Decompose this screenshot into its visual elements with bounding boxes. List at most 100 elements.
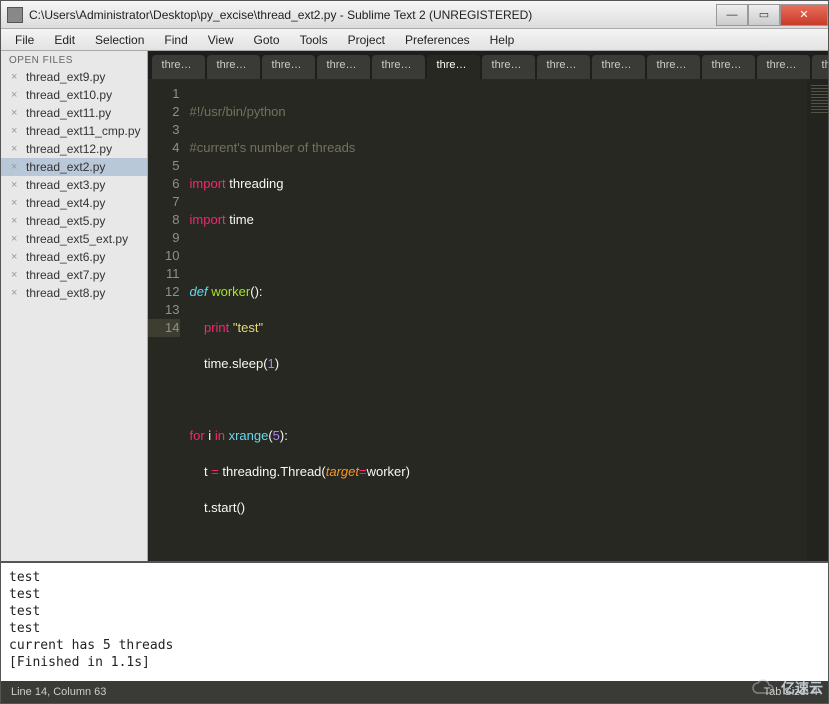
close-file-icon[interactable]: × [11, 125, 21, 137]
output-panel: test test test test current has 5 thread… [1, 561, 828, 681]
file-item[interactable]: ×thread_ext10.py [1, 86, 147, 104]
minimize-button[interactable]: — [716, 4, 748, 26]
tab[interactable]: thread_ [647, 55, 700, 79]
tab[interactable]: thread_ [702, 55, 755, 79]
code-content[interactable]: #!/usr/bin/python #current's number of t… [190, 79, 807, 561]
close-file-icon[interactable]: × [11, 143, 21, 155]
file-item[interactable]: × thread_ext12.py [1, 140, 147, 158]
close-file-icon[interactable]: × [11, 287, 21, 299]
line-number: 7 [148, 193, 180, 211]
file-name: thread_ext11.py [26, 106, 111, 120]
titlebar-left: C:\Users\Administrator\Desktop\py_excise… [1, 7, 532, 23]
close-file-icon[interactable]: × [11, 233, 21, 245]
line-number: 10 [148, 247, 180, 265]
file-item[interactable]: × thread_ext4.py [1, 194, 147, 212]
menu-goto[interactable]: Goto [244, 31, 290, 49]
menu-help[interactable]: Help [480, 31, 525, 49]
kw-for: for [190, 428, 205, 443]
menu-file[interactable]: File [5, 31, 44, 49]
gutter: 1 2 3 4 5 6 7 8 91011121314 [148, 79, 190, 561]
mod-time: time [226, 212, 254, 227]
fn-xrange: xrange [229, 428, 269, 443]
titlebar[interactable]: C:\Users\Administrator\Desktop\py_excise… [1, 1, 828, 29]
file-item[interactable]: × thread_ext11.py [1, 104, 147, 122]
file-item[interactable]: × thread_ext5.py [1, 212, 147, 230]
op-eq: = [211, 464, 219, 479]
menu-selection[interactable]: Selection [85, 31, 154, 49]
mod-threading: threading [226, 176, 284, 191]
code-line-1: #!/usr/bin/python [190, 104, 286, 119]
file-name: thread_ext8.py [26, 286, 105, 300]
close-file-icon[interactable]: × [11, 197, 21, 209]
line-number: 3 [148, 121, 180, 139]
file-name: thread_ext9.py [26, 70, 105, 84]
file-item[interactable]: × thread_ext2.py [1, 158, 147, 176]
close-file-icon[interactable]: × [11, 161, 21, 173]
tab[interactable]: thread_ [262, 55, 315, 79]
close-file-icon[interactable]: × [11, 89, 21, 101]
file-name: thread_ext2.py [26, 160, 105, 174]
window-title: C:\Users\Administrator\Desktop\py_excise… [29, 8, 532, 22]
kw-print: print [204, 320, 229, 335]
close-file-icon[interactable]: × [11, 215, 21, 227]
cloud-icon [751, 679, 777, 697]
menu-project[interactable]: Project [338, 31, 395, 49]
tab[interactable]: thread_ [372, 55, 425, 79]
close-button[interactable]: ✕ [780, 4, 828, 26]
close-file-icon[interactable]: × [11, 179, 21, 191]
close-file-icon[interactable]: × [11, 107, 21, 119]
menubar: FileEditSelectionFindViewGotoToolsProjec… [1, 29, 828, 51]
menu-view[interactable]: View [198, 31, 244, 49]
tab[interactable]: thread_ [317, 55, 370, 79]
file-item[interactable]: ×thread_ext5_ext.py [1, 230, 147, 248]
close-file-icon[interactable]: × [11, 251, 21, 263]
tab[interactable]: thread_ [592, 55, 645, 79]
code-row: 1 2 3 4 5 6 7 8 91011121314 #!/usr/bin/p… [148, 79, 828, 561]
body-row: OPEN FILES ×thread_ext9.py×thread_ext10.… [1, 51, 828, 561]
close-file-icon[interactable]: × [11, 71, 21, 83]
tab[interactable]: thread_ [757, 55, 810, 79]
tab[interactable]: thread_ [482, 55, 535, 79]
code-line-2: #current's number of threads [190, 140, 356, 155]
status-left: Line 14, Column 63 [11, 686, 106, 698]
line-number: 4 [148, 139, 180, 157]
statusbar: Line 14, Column 63 Tab Size: 4 [1, 681, 828, 703]
tab[interactable]: thread_ [537, 55, 590, 79]
file-name: thread_ext12.py [26, 142, 112, 156]
maximize-button[interactable]: ▭ [748, 4, 780, 26]
file-item[interactable]: ×thread_ext3.py [1, 176, 147, 194]
close-file-icon[interactable]: × [11, 269, 21, 281]
file-name: thread_ext6.py [26, 250, 105, 264]
line-number: 6 [148, 175, 180, 193]
file-item[interactable]: ×thread_ext7.py [1, 266, 147, 284]
file-item[interactable]: × thread_ext11_cmp.py [1, 122, 147, 140]
file-name: thread_ext5.py [26, 214, 105, 228]
window: C:\Users\Administrator\Desktop\py_excise… [0, 0, 829, 704]
menu-find[interactable]: Find [154, 31, 197, 49]
menu-preferences[interactable]: Preferences [395, 31, 480, 49]
line-number: 2 [148, 103, 180, 121]
tab[interactable]: thread_ [207, 55, 260, 79]
sidebar: OPEN FILES ×thread_ext9.py×thread_ext10.… [1, 51, 148, 561]
editor-area: thread_thread_thread_thread_thread_threa… [148, 51, 828, 561]
file-name: thread_ext11_cmp.py [26, 124, 141, 138]
file-item[interactable]: × thread_ext9.py [1, 68, 147, 86]
line-number: 14 [148, 319, 180, 337]
app-icon [7, 7, 23, 23]
file-item[interactable]: × thread_ext8.py [1, 284, 147, 302]
window-controls: — ▭ ✕ [716, 4, 828, 26]
code-line-12: t.start() [190, 500, 246, 515]
kw-in: in [215, 428, 225, 443]
minimap[interactable] [807, 79, 828, 561]
menu-tools[interactable]: Tools [290, 31, 338, 49]
line-number: 5 [148, 157, 180, 175]
line-number: 13 [148, 301, 180, 319]
tab[interactable]: thread_ [152, 55, 205, 79]
watermark-text: 亿速云 [781, 678, 823, 698]
tab[interactable]: thread_ [812, 55, 828, 79]
num-5: 5 [273, 428, 280, 443]
file-name: thread_ext4.py [26, 196, 105, 210]
menu-edit[interactable]: Edit [44, 31, 85, 49]
tab[interactable]: thread_ [427, 55, 480, 79]
file-item[interactable]: × thread_ext6.py [1, 248, 147, 266]
